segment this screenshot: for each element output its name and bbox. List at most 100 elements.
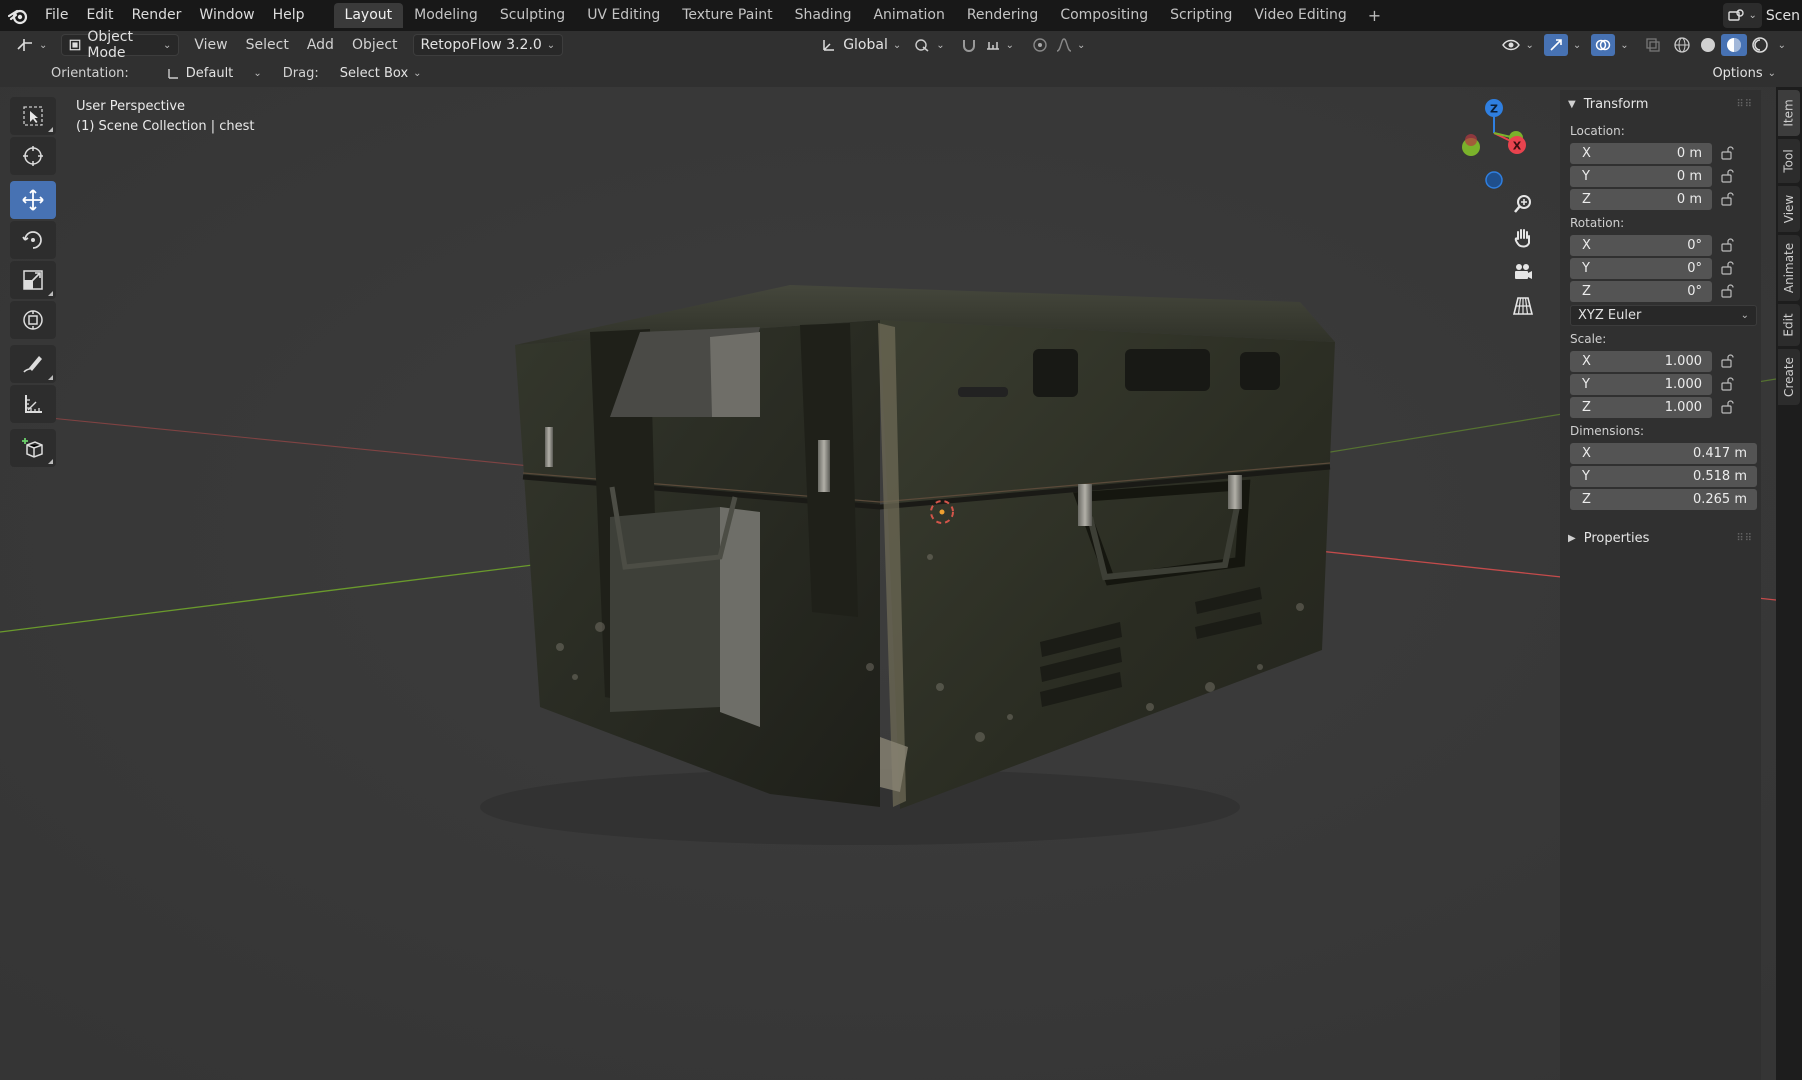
- drag-dropdown[interactable]: Select Box ⌄: [332, 62, 430, 84]
- gizmo-toggle[interactable]: [1543, 34, 1568, 56]
- sidebar-tab-create[interactable]: Create: [1778, 349, 1800, 405]
- tab-shading[interactable]: Shading: [784, 3, 863, 28]
- camera-view-button[interactable]: [1505, 255, 1541, 289]
- tool-select-box[interactable]: [10, 97, 56, 135]
- tab-compositing[interactable]: Compositing: [1049, 3, 1159, 28]
- add-workspace-button[interactable]: +: [1358, 6, 1391, 25]
- field-value: 0°: [1687, 260, 1702, 276]
- chevron-down-icon: ⌄: [413, 67, 422, 79]
- tool-move[interactable]: [10, 181, 56, 219]
- tab-uv-editing[interactable]: UV Editing: [576, 3, 671, 28]
- tool-add-cube[interactable]: [10, 429, 56, 467]
- navigation-gizmo[interactable]: Z X: [1450, 87, 1540, 197]
- sidebar-tab-tool[interactable]: Tool: [1778, 139, 1800, 183]
- scale-y-field[interactable]: Y 1.000: [1570, 373, 1712, 395]
- gizmo-neg-z-axis[interactable]: [1485, 171, 1503, 189]
- rotation-y-field[interactable]: Y 0°: [1570, 257, 1712, 279]
- editor-type-button[interactable]: ⌄: [8, 34, 55, 56]
- tab-modeling[interactable]: Modeling: [403, 3, 489, 28]
- panel-drag-grip-icon[interactable]: ⠿⠿: [1736, 533, 1753, 544]
- menu-render[interactable]: Render: [123, 0, 191, 31]
- rotation-x-field[interactable]: X 0°: [1570, 234, 1712, 256]
- sidebar-tab-view[interactable]: View: [1778, 186, 1800, 232]
- lock-icon[interactable]: [1712, 192, 1742, 206]
- transform-orientation-dropdown[interactable]: Global ⌄: [813, 34, 909, 56]
- shading-rendered[interactable]: [1747, 34, 1773, 56]
- menu-edit[interactable]: Edit: [77, 0, 122, 31]
- orientation-dropdown[interactable]: Default ⌄: [158, 62, 270, 84]
- shading-wireframe[interactable]: [1669, 34, 1695, 56]
- tab-animation[interactable]: Animation: [862, 3, 955, 28]
- visibility-dropdown[interactable]: ⌄: [1498, 34, 1537, 56]
- properties-panel-header[interactable]: ▶ Properties ⠿⠿: [1560, 524, 1761, 552]
- overlays-toggle[interactable]: [1591, 34, 1616, 56]
- location-x-field[interactable]: X 0 m: [1570, 142, 1712, 164]
- xray-toggle[interactable]: [1641, 34, 1665, 56]
- shading-solid[interactable]: [1695, 34, 1721, 56]
- pan-button[interactable]: [1505, 221, 1541, 255]
- snap-target-dropdown[interactable]: ⌄: [981, 34, 1018, 56]
- field-value: 0 m: [1676, 145, 1702, 161]
- snap-toggle[interactable]: [957, 34, 981, 56]
- dimensions-z-field[interactable]: Z 0.265 m: [1570, 488, 1757, 510]
- menu-file[interactable]: File: [36, 0, 77, 31]
- falloff-dropdown[interactable]: ⌄: [1052, 34, 1089, 56]
- chevron-down-icon[interactable]: ⌄: [1573, 40, 1581, 51]
- dimensions-x-field[interactable]: X 0.417 m: [1570, 442, 1757, 464]
- scale-x-field[interactable]: X 1.000: [1570, 350, 1712, 372]
- location-y-field[interactable]: Y 0 m: [1570, 165, 1712, 187]
- perspective-toggle-button[interactable]: [1505, 289, 1541, 323]
- menu-window[interactable]: Window: [190, 0, 263, 31]
- zoom-button[interactable]: [1505, 187, 1541, 221]
- blender-logo-icon[interactable]: [0, 0, 36, 31]
- lock-icon[interactable]: [1712, 238, 1742, 252]
- menu-select[interactable]: Select: [237, 37, 298, 53]
- gizmo-neg-x-axis[interactable]: [1465, 134, 1477, 146]
- shading-material-preview[interactable]: [1720, 34, 1747, 56]
- tool-rotate[interactable]: [10, 221, 56, 259]
- tool-transform[interactable]: [10, 301, 56, 339]
- tab-sculpting[interactable]: Sculpting: [489, 3, 576, 28]
- menu-help[interactable]: Help: [264, 0, 314, 31]
- proportional-edit-toggle[interactable]: [1028, 34, 1052, 56]
- menu-view[interactable]: View: [185, 37, 236, 53]
- 3d-viewport[interactable]: User Perspective (1) Scene Collection | …: [0, 87, 1776, 1080]
- sidebar-tab-edit[interactable]: Edit: [1778, 304, 1800, 346]
- lock-icon[interactable]: [1712, 261, 1742, 275]
- transform-panel-header[interactable]: ▼ Transform ⠿⠿: [1560, 90, 1761, 118]
- sidebar-tab-item[interactable]: Item: [1778, 90, 1800, 136]
- menu-object[interactable]: Object: [343, 37, 407, 53]
- tool-cursor[interactable]: [10, 137, 56, 175]
- rotation-mode-dropdown[interactable]: XYZ Euler ⌄: [1570, 305, 1757, 326]
- tab-layout[interactable]: Layout: [333, 3, 404, 28]
- chevron-down-icon[interactable]: ⌄: [1620, 40, 1628, 51]
- rotation-z-field[interactable]: Z 0°: [1570, 280, 1712, 302]
- chevron-down-icon[interactable]: ⌄: [1778, 40, 1786, 51]
- sidebar-tab-animate[interactable]: Animate: [1778, 235, 1800, 301]
- panel-drag-grip-icon[interactable]: ⠿⠿: [1736, 99, 1753, 110]
- location-z-field[interactable]: Z 0 m: [1570, 188, 1712, 210]
- lock-icon[interactable]: [1712, 169, 1742, 183]
- pivot-point-button[interactable]: ⌄: [909, 34, 948, 56]
- lock-icon[interactable]: [1712, 354, 1742, 368]
- tab-video-editing[interactable]: Video Editing: [1243, 3, 1357, 28]
- retopoflow-dropdown[interactable]: RetopoFlow 3.2.0 ⌄: [412, 34, 564, 56]
- lock-icon[interactable]: [1712, 377, 1742, 391]
- tool-scale[interactable]: [10, 261, 56, 299]
- lock-icon[interactable]: [1712, 284, 1742, 298]
- tool-annotate[interactable]: [10, 345, 56, 383]
- tab-rendering[interactable]: Rendering: [956, 3, 1050, 28]
- scene-name[interactable]: Scen: [1766, 8, 1802, 24]
- tab-texture-paint[interactable]: Texture Paint: [671, 3, 783, 28]
- scene-browse-button[interactable]: ⌄: [1722, 3, 1762, 28]
- tool-measure[interactable]: [10, 385, 56, 423]
- workspace-tabs: Layout Modeling Sculpting UV Editing Tex…: [333, 0, 1392, 31]
- menu-add[interactable]: Add: [298, 37, 343, 53]
- tab-scripting[interactable]: Scripting: [1159, 3, 1243, 28]
- options-dropdown[interactable]: Options ⌄: [1704, 62, 1784, 84]
- lock-icon[interactable]: [1712, 146, 1742, 160]
- mode-dropdown[interactable]: Object Mode ⌄: [61, 29, 180, 61]
- dimensions-y-field[interactable]: Y 0.518 m: [1570, 465, 1757, 487]
- scale-z-field[interactable]: Z 1.000: [1570, 396, 1712, 418]
- lock-icon[interactable]: [1712, 400, 1742, 414]
